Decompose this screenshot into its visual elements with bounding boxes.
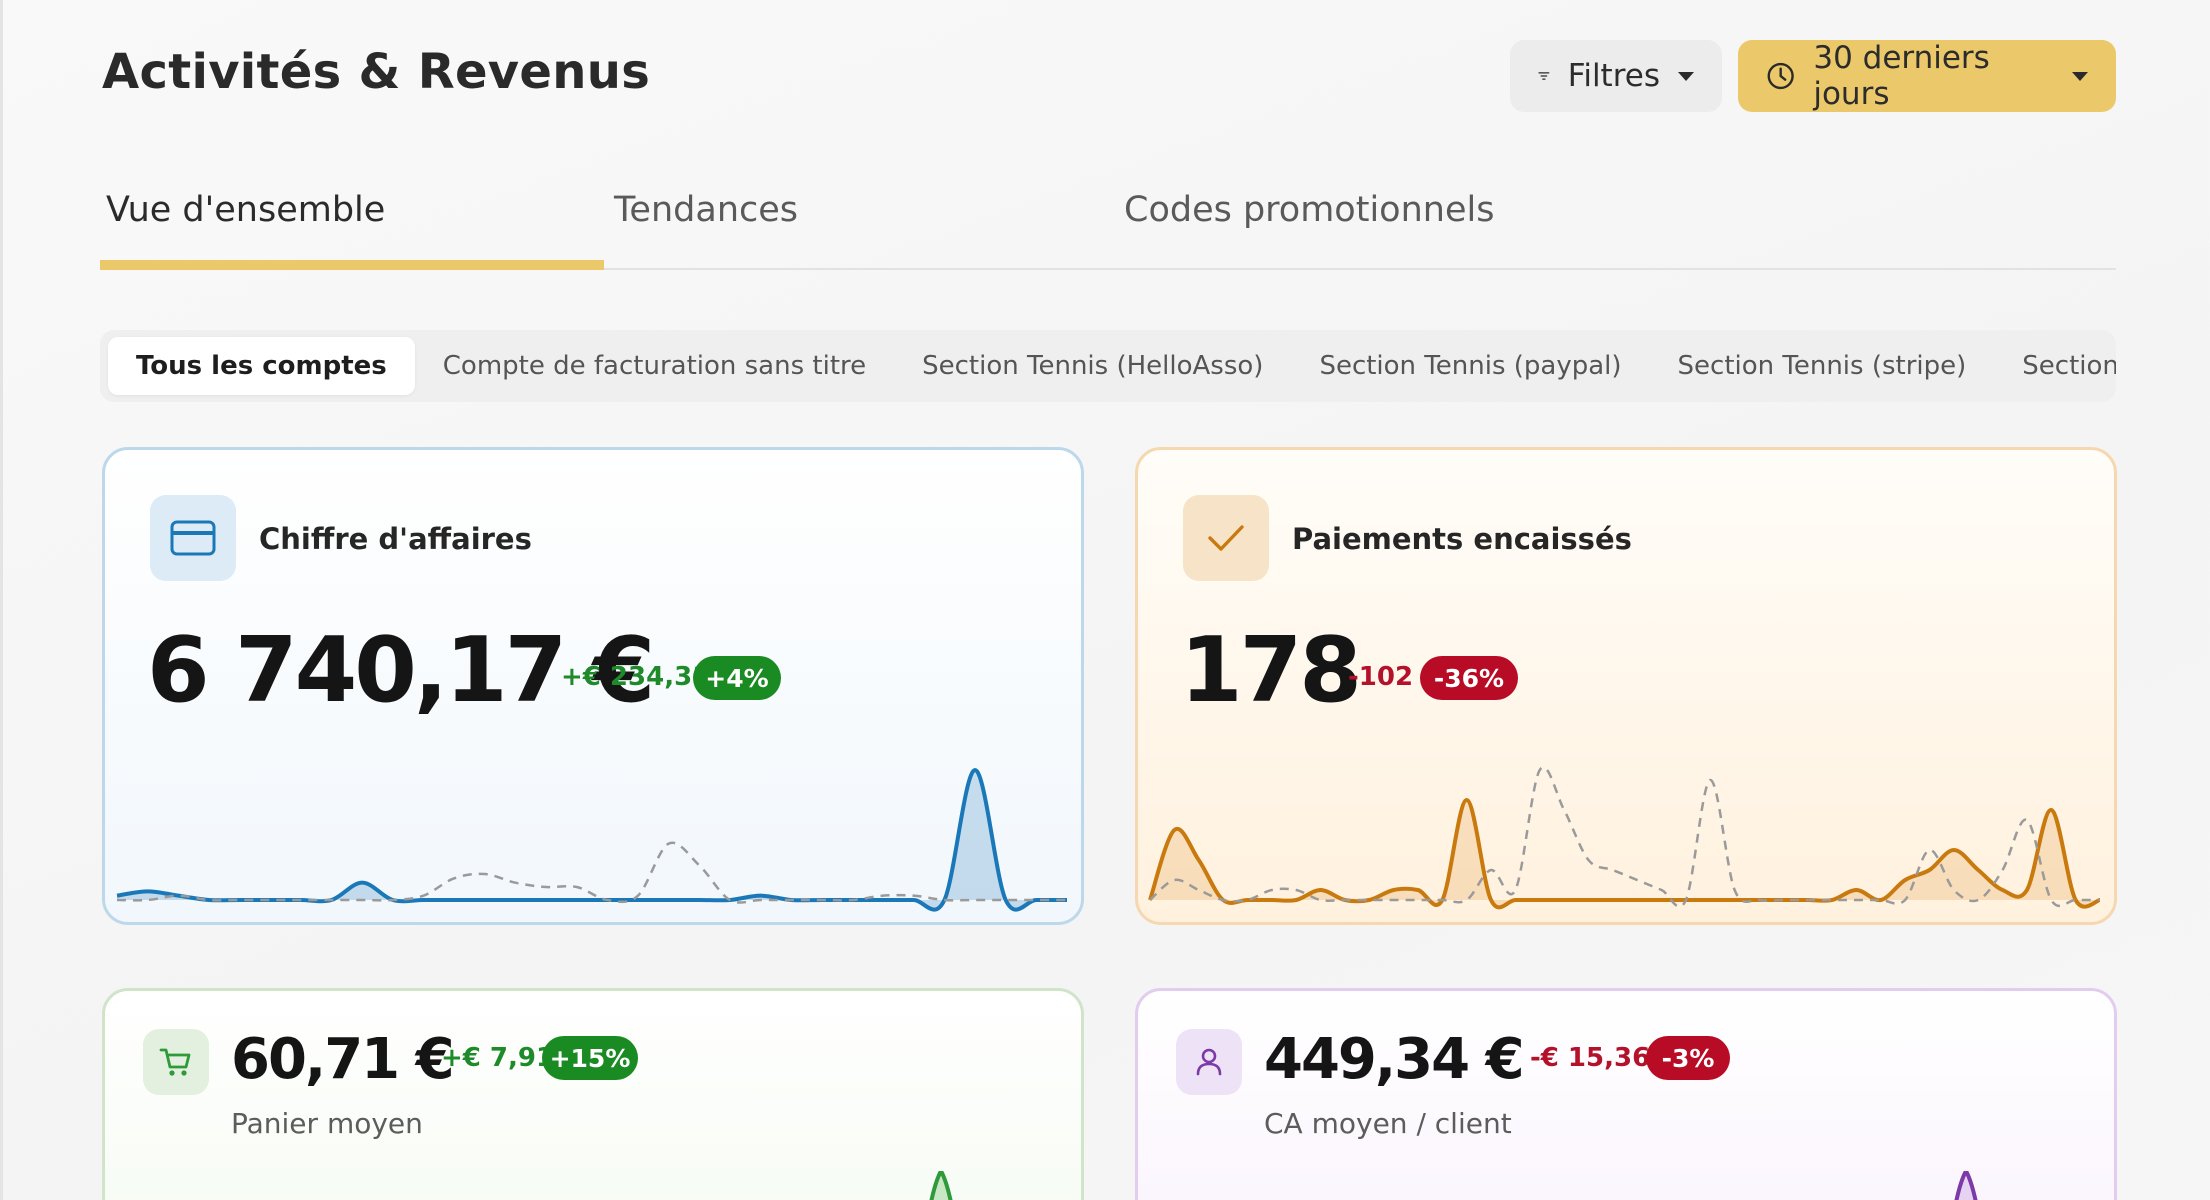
cart-icon [143,1029,209,1095]
account-all[interactable]: Tous les comptes [108,337,415,395]
average-basket-delta: +€ 7,91 [441,1043,555,1073]
revenue-current-period-line [116,767,1067,912]
revenue-per-client-delta: -€ 15,36 [1530,1043,1651,1073]
average-basket-label: Panier moyen [231,1107,423,1140]
revenue-per-client-label: CA moyen / client [1264,1107,1512,1140]
payments-sparkline [1148,766,2101,910]
account-selector: Tous les comptes Compte de facturation s… [100,330,2116,402]
period-selector-button[interactable]: 30 derniers jours [1738,40,2116,112]
active-tab-indicator [100,260,604,270]
check-icon [1183,495,1269,581]
user-icon [1176,1029,1242,1095]
tab-promo-codes[interactable]: Codes promotionnels [1124,190,1494,230]
payments-title: Paiements encaissés [1292,522,1632,556]
clock-icon [1767,62,1794,90]
payments-card[interactable]: Paiements encaissés 178 -102 -36% [1135,447,2117,925]
period-label: 30 derniers jours [1813,40,1990,112]
average-basket-sparkline [929,1171,953,1200]
account-tennis-sumup[interactable]: Section Tennis (Sum [1994,337,2116,395]
filter-icon [1538,72,1550,80]
revenue-per-client-delta-badge: -3% [1646,1036,1730,1080]
tab-bar: Vue d'ensemble Tendances Codes promotion… [100,160,2116,270]
revenue-sparkline [116,767,1067,912]
tab-overview[interactable]: Vue d'ensemble [106,190,385,230]
page-title: Activités & Revenus [102,44,651,100]
average-basket-card[interactable]: 60,71 € +€ 7,91 +15% Panier moyen [102,988,1084,1200]
revenue-title: Chiffre d'affaires [259,522,532,556]
account-untitled-billing[interactable]: Compte de facturation sans titre [415,337,894,395]
revenue-delta-badge: +4% [693,656,781,700]
payments-delta: -102 [1348,662,1414,692]
tab-trends[interactable]: Tendances [614,190,798,230]
credit-card-icon [150,495,236,581]
revenue-delta: +€ 234,31 [561,662,711,692]
account-tennis-helloasso[interactable]: Section Tennis (HelloAsso) [894,337,1291,395]
chevron-down-icon [1678,71,1694,81]
average-basket-value: 60,71 € [231,1027,455,1092]
window-edge [0,0,3,1200]
payments-value: 178 [1180,618,1362,723]
revenue-per-client-card[interactable]: 449,34 € -€ 15,36 -3% CA moyen / client [1135,988,2117,1200]
payments-area [1150,800,2100,908]
revenue-per-client-sparkline [1954,1171,1978,1200]
account-tennis-paypal[interactable]: Section Tennis (paypal) [1291,337,1649,395]
revenue-card[interactable]: Chiffre d'affaires 6 740,17 € +€ 234,31 … [102,447,1084,925]
account-tennis-stripe[interactable]: Section Tennis (stripe) [1650,337,1995,395]
payments-delta-badge: -36% [1420,656,1518,700]
revenue-previous-period-line [116,841,1067,904]
revenue-area [117,770,1067,910]
filters-label: Filtres [1567,58,1660,94]
revenue-per-client-value: 449,34 € [1264,1027,1525,1092]
chevron-down-icon [2072,71,2088,81]
filters-button[interactable]: Filtres [1510,40,1722,112]
average-basket-delta-badge: +15% [542,1036,638,1080]
